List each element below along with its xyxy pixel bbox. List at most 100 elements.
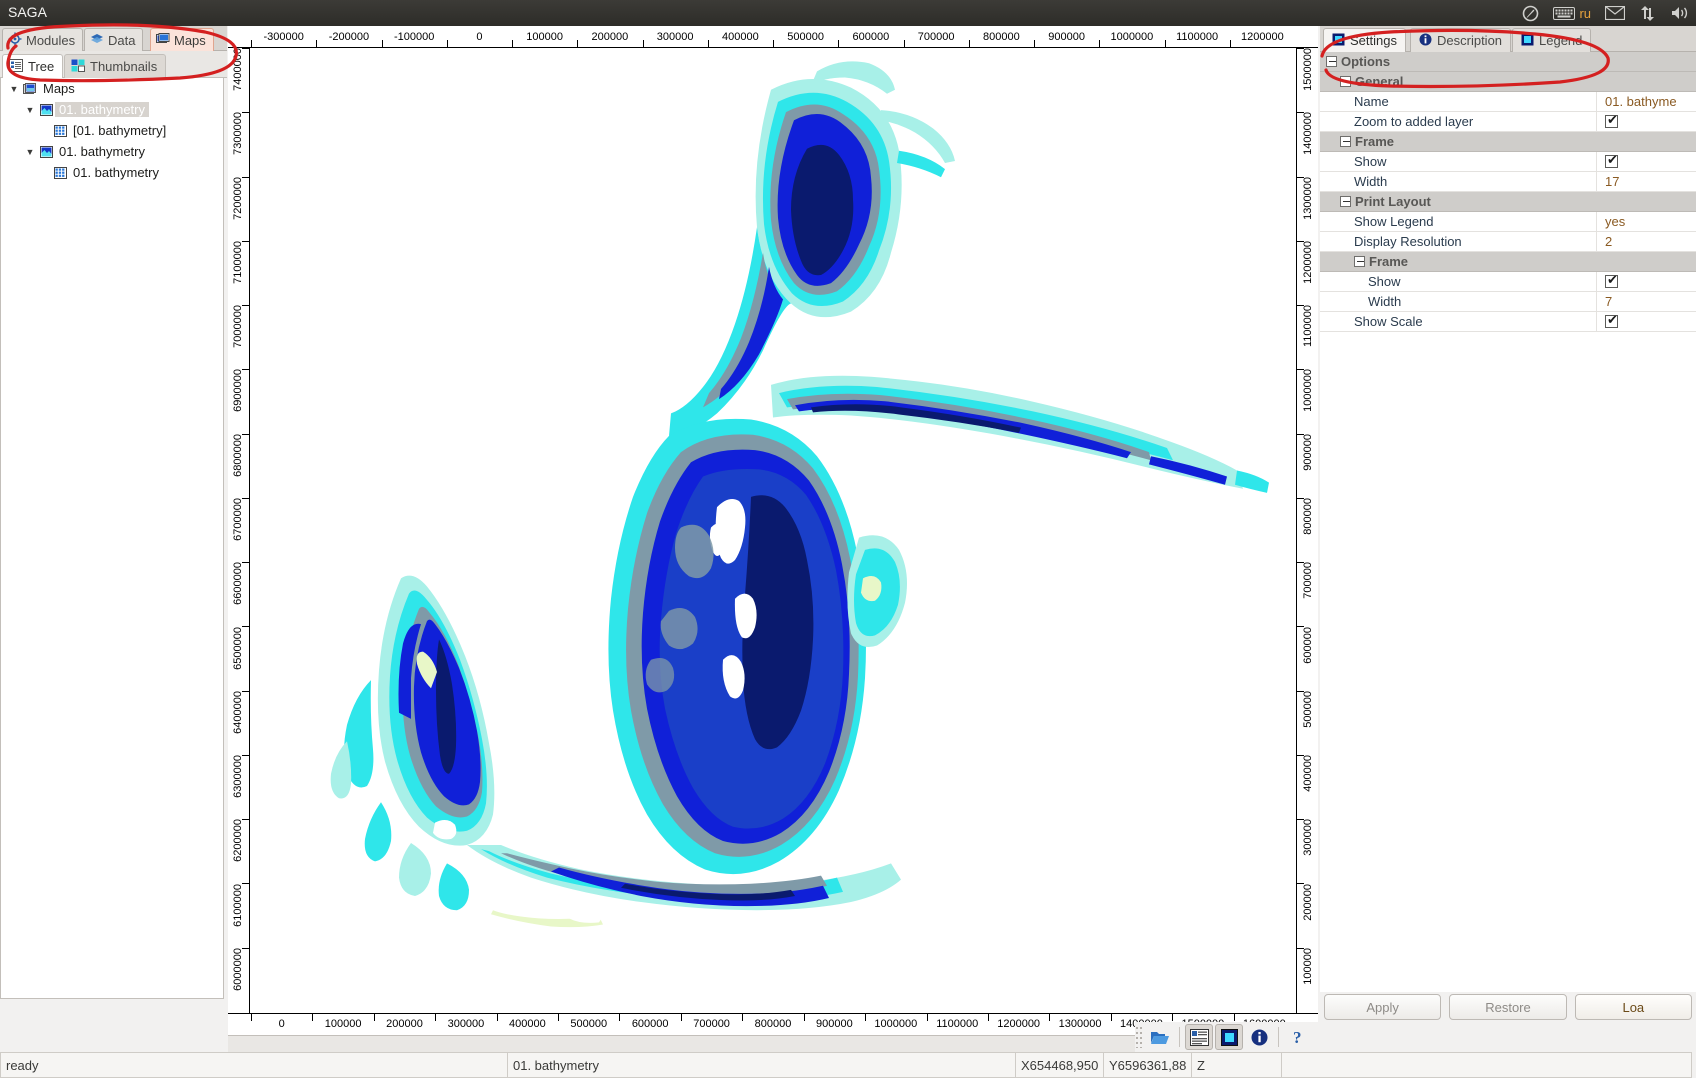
property-label: Frame: [1369, 254, 1408, 269]
property-group-row[interactable]: Options: [1320, 52, 1696, 72]
expander-icon[interactable]: [1354, 256, 1365, 267]
map-view[interactable]: -300000-200000-1000000100000200000300000…: [228, 26, 1318, 1052]
property-value[interactable]: 01. bathyme: [1605, 94, 1677, 109]
tab-settings[interactable]: Settings: [1323, 28, 1406, 52]
map-icon: [37, 103, 55, 117]
tab-legend[interactable]: Legend: [1512, 28, 1591, 52]
info-icon[interactable]: [1245, 1024, 1273, 1050]
property-row[interactable]: Show: [1320, 152, 1696, 172]
expander-icon[interactable]: [1340, 196, 1351, 207]
tree-item-layer-2[interactable]: 01. bathymetry: [1, 162, 223, 183]
ruler-tick-label: 1100000: [1302, 305, 1314, 347]
property-value[interactable]: 2: [1605, 234, 1612, 249]
ruler-tick-label: 400000: [1302, 755, 1314, 792]
ruler-tick: [1297, 112, 1304, 113]
grid-layer-icon: [51, 124, 69, 138]
property-row[interactable]: Name01. bathyme: [1320, 92, 1696, 112]
tab-tree[interactable]: Tree: [2, 54, 63, 78]
tree-item-layer-1[interactable]: [01. bathymetry]: [1, 120, 223, 141]
ruler-tick-label: 7200000: [232, 177, 244, 220]
chevron-down-icon[interactable]: ▼: [7, 84, 21, 94]
restore-button[interactable]: Restore: [1449, 994, 1566, 1020]
bathymetry-raster: [251, 49, 1295, 1012]
property-checkbox[interactable]: [1605, 155, 1618, 168]
property-row[interactable]: Display Resolution2: [1320, 232, 1696, 252]
keyboard-icon[interactable]: [1553, 7, 1575, 20]
property-label: Width: [1354, 174, 1387, 189]
ruler-tick-label: 1400000: [1302, 112, 1314, 155]
ruler-tick: [619, 1014, 620, 1021]
settings-view-icon[interactable]: [1215, 1024, 1243, 1050]
property-group-row[interactable]: Frame: [1320, 132, 1696, 152]
volume-icon[interactable]: [1670, 5, 1690, 21]
tree-item-map-1[interactable]: ▼ 01. bathymetry: [1, 99, 223, 120]
svg-text:?: ?: [1293, 1028, 1302, 1046]
expander-icon[interactable]: [1326, 56, 1337, 67]
open-folder-icon[interactable]: [1146, 1024, 1174, 1050]
status-z: Z: [1192, 1052, 1282, 1078]
thumbnails-icon: [71, 59, 85, 75]
toolbar-grip[interactable]: [1135, 1026, 1144, 1048]
tab-data[interactable]: Data: [84, 28, 143, 51]
property-group-row[interactable]: Print Layout: [1320, 192, 1696, 212]
sync-icon[interactable]: [1639, 5, 1656, 22]
property-group-row[interactable]: Frame: [1320, 252, 1696, 272]
tab-legend-label: Legend: [1539, 33, 1582, 48]
property-checkbox[interactable]: [1605, 275, 1618, 288]
chevron-down-icon[interactable]: ▼: [23, 105, 37, 115]
ruler-tick: [242, 177, 249, 178]
ruler-tick: [242, 755, 249, 756]
help-icon[interactable]: ?: [1284, 1024, 1312, 1050]
property-value[interactable]: yes: [1605, 214, 1625, 229]
ruler-tick-label: -300000: [263, 31, 303, 43]
description-view-icon[interactable]: [1185, 1024, 1213, 1050]
properties-list[interactable]: Options GeneralName01. bathymeZoom to add…: [1320, 52, 1696, 992]
tree-item-label: 01. bathymetry: [55, 102, 149, 117]
property-row[interactable]: Show: [1320, 272, 1696, 292]
property-group-row[interactable]: General: [1320, 72, 1696, 92]
property-row[interactable]: Zoom to added layer: [1320, 112, 1696, 132]
property-row[interactable]: Width 17: [1320, 172, 1696, 192]
chevron-down-icon[interactable]: ▼: [23, 147, 37, 157]
tab-maps[interactable]: Maps: [150, 28, 214, 51]
map-canvas[interactable]: [251, 49, 1295, 1012]
ruler-tick-label: 500000: [787, 31, 824, 43]
tree-item-maps[interactable]: ▼ Maps: [1, 78, 223, 99]
ruler-tick: [1297, 691, 1304, 692]
tree-item-label: 01. bathymetry: [55, 144, 149, 159]
ruler-tick-label: 700000: [693, 1018, 730, 1030]
mail-icon[interactable]: [1605, 6, 1625, 20]
property-value[interactable]: 17: [1605, 174, 1619, 189]
ruler-tick-label: 7300000: [232, 112, 244, 155]
expander-icon[interactable]: [1340, 76, 1351, 87]
property-row[interactable]: Width7: [1320, 292, 1696, 312]
expander-icon[interactable]: [1340, 136, 1351, 147]
property-row[interactable]: Show Legendyes: [1320, 212, 1696, 232]
map-tree[interactable]: ▼ Maps ▼ 01. bathymetry [01. bathymetry]: [0, 78, 224, 999]
property-checkbox[interactable]: [1605, 315, 1618, 328]
ruler-tick: [1297, 755, 1304, 756]
ruler-tick: [927, 1014, 928, 1021]
property-row[interactable]: Show Scale: [1320, 312, 1696, 332]
ruler-tick: [242, 948, 249, 949]
tab-maps-label: Maps: [174, 33, 206, 48]
tree-item-map-2[interactable]: ▼ 01. bathymetry: [1, 141, 223, 162]
tree-icon: [9, 59, 23, 75]
ruler-tick: [435, 1014, 436, 1021]
tab-modules[interactable]: Modules: [2, 28, 83, 51]
ruler-tick-label: 7000000: [232, 305, 244, 348]
property-checkbox[interactable]: [1605, 115, 1618, 128]
saga-application-window: SAGA ru: [0, 0, 1696, 1078]
tab-description[interactable]: Description: [1410, 28, 1511, 52]
ruler-tick: [742, 1014, 743, 1021]
property-value[interactable]: 7: [1605, 294, 1612, 309]
keyboard-language-indicator[interactable]: ru: [1579, 6, 1591, 21]
tab-thumbnails[interactable]: Thumbnails: [64, 54, 166, 78]
property-label: Options: [1341, 54, 1390, 69]
ruler-tick: [242, 434, 249, 435]
apply-button[interactable]: Apply: [1324, 994, 1441, 1020]
tab-modules-label: Modules: [26, 33, 75, 48]
ruler-tick-label: 1000000: [1302, 369, 1314, 412]
load-button[interactable]: Loa: [1575, 994, 1692, 1020]
network-icon[interactable]: [1522, 5, 1539, 22]
